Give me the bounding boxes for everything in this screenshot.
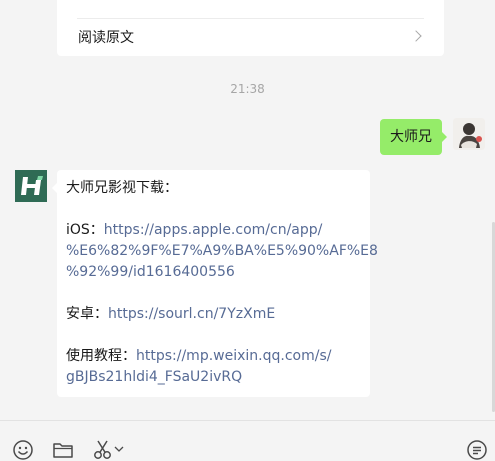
chat-panel: 阅读原文 21:38 大师兄 大师兄影视下载： iOS：https://apps… xyxy=(0,0,495,420)
chevron-right-icon xyxy=(410,30,422,42)
folder-icon[interactable] xyxy=(52,439,74,461)
input-toolbar xyxy=(0,420,495,461)
message-timestamp: 21:38 xyxy=(230,82,265,96)
scissors-icon[interactable] xyxy=(92,439,114,461)
official-account-avatar[interactable] xyxy=(15,170,47,202)
chevron-down-icon[interactable] xyxy=(114,445,124,453)
my-message-bubble[interactable]: 大师兄 xyxy=(380,119,447,155)
logo-icon xyxy=(15,170,47,202)
android-label: 安卓： xyxy=(66,306,108,322)
bot-message-bubble[interactable]: 大师兄影视下载： iOS：https://apps.apple.com/cn/a… xyxy=(52,170,378,397)
android-download-link[interactable]: https://sourl.cn/7YzXmE xyxy=(108,306,275,322)
message-title: 大师兄影视下载： xyxy=(66,180,178,196)
tutorial-link[interactable]: https://mp.weixin.qq.com/s/ xyxy=(136,348,331,364)
chat-history-icon[interactable] xyxy=(466,439,488,461)
tutorial-link-end[interactable]: gBJBs21hldi4_FSaU2ivRQ xyxy=(66,369,242,385)
my-avatar[interactable] xyxy=(453,118,485,150)
ios-download-link-cont[interactable]: %E6%82%9F%E7%A9%BA%E5%90%AF%E8 xyxy=(66,243,378,259)
read-original-link[interactable]: 阅读原文 xyxy=(78,28,134,48)
ios-download-link-end[interactable]: %92%99/id1616400556 xyxy=(66,264,235,280)
ios-label: iOS： xyxy=(66,222,104,238)
ios-download-link[interactable]: https://apps.apple.com/cn/app/ xyxy=(104,222,323,238)
tutorial-label: 使用教程： xyxy=(66,348,136,364)
article-card[interactable]: 阅读原文 xyxy=(57,0,444,56)
emoji-icon[interactable] xyxy=(12,439,34,461)
avatar-image xyxy=(453,118,485,150)
card-divider xyxy=(77,18,424,19)
